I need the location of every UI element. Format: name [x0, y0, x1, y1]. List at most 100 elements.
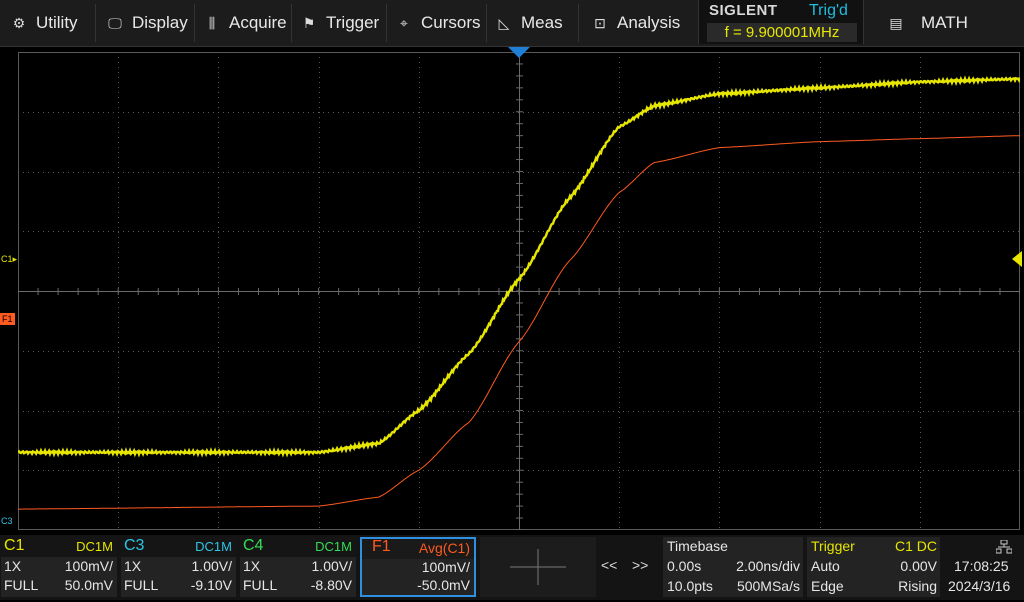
- network-icon: [996, 540, 1012, 554]
- c1-row-2: FULL 50.0mV: [1, 577, 117, 596]
- f1-row-1: 100mV/: [362, 559, 474, 578]
- channel-c4-panel[interactable]: C4 DC1M 1X 1.00V/ FULL -8.80V: [240, 537, 356, 597]
- status-panel: SIGLENT Trig'd f = 9.900001MHz: [698, 0, 864, 44]
- f1-offset-marker[interactable]: F1: [0, 313, 15, 325]
- c3-marker-label: C3: [1, 516, 13, 526]
- c3-probe: 1X: [124, 558, 142, 574]
- timebase-points: 10.0pts: [667, 578, 713, 594]
- waveform-display[interactable]: [17, 52, 1022, 531]
- waveform-svg: [17, 52, 1022, 531]
- c3-offset: -9.10V: [190, 577, 232, 593]
- menu-math[interactable]: ▤ MATH: [875, 4, 1024, 42]
- c4-offset: -8.80V: [310, 577, 352, 593]
- math-icon: ▤: [889, 14, 903, 31]
- crosshair-add-icon: [510, 549, 566, 585]
- c3-row-2: FULL -9.10V: [121, 577, 236, 596]
- timebase-scale: 2.00ns/div: [736, 558, 800, 574]
- f1-row-2: -50.0mV: [362, 577, 474, 596]
- trigger-slope: Rising: [898, 578, 937, 594]
- brand-logo: SIGLENT: [709, 2, 778, 19]
- c1-marker-label: C1: [1, 254, 13, 264]
- menu-acquire[interactable]: ⫼ Acquire: [195, 4, 292, 42]
- menu-display-label: Display: [132, 13, 188, 32]
- c3-header: C3 DC1M: [121, 537, 236, 557]
- c4-header: C4 DC1M: [240, 537, 356, 557]
- f1-marker-label: F1: [2, 314, 13, 324]
- c3-scale: 1.00V/: [191, 558, 232, 574]
- f1-header: F1 Avg(C1): [362, 538, 474, 559]
- menu-math-label: MATH: [921, 13, 968, 32]
- menu-analysis[interactable]: ⊡ Analysis: [579, 4, 691, 42]
- timebase-label: Timebase: [667, 538, 728, 554]
- acquire-icon: ⫼: [208, 14, 216, 31]
- menu-bar: ⚙ Utility 🖵 Display ⫼ Acquire ⚑ Trigger …: [0, 0, 1024, 47]
- trigger-level-marker[interactable]: [1010, 251, 1022, 267]
- c1-probe: 1X: [4, 558, 22, 574]
- crosshair-icon: ⌖: [400, 14, 408, 31]
- c1-offset-marker[interactable]: C1▸: [1, 253, 17, 265]
- trigger-source: C1 DC: [894, 538, 937, 554]
- c1-scale: 100mV/: [64, 558, 113, 574]
- menu-cursors[interactable]: ⌖ Cursors: [387, 4, 487, 42]
- c4-bandwidth: FULL: [243, 577, 278, 593]
- c3-row-1: 1X 1.00V/: [121, 558, 236, 577]
- menu-utility-label: Utility: [36, 13, 78, 32]
- f1-name: F1: [372, 538, 391, 555]
- c1-row-1: 1X 100mV/: [1, 558, 117, 577]
- frequency-readout: f = 9.900001MHz: [707, 23, 857, 42]
- c4-row-1: 1X 1.00V/: [240, 558, 356, 577]
- flag-icon: ⚑: [302, 14, 316, 31]
- gear-icon: ⚙: [12, 14, 26, 31]
- ruler-icon: ◺: [498, 14, 510, 31]
- c1-offset: 50.0mV: [64, 577, 113, 593]
- f1-function: Avg(C1): [418, 540, 470, 556]
- menu-utility[interactable]: ⚙ Utility: [0, 4, 96, 42]
- trigger-level: 0.00V: [900, 558, 937, 574]
- graticule: [18, 52, 1021, 531]
- c1-header: C1 DC1M: [1, 537, 117, 557]
- menu-trigger-label: Trigger: [326, 13, 380, 32]
- info-bar: C1 DC1M 1X 100mV/ FULL 50.0mV C3 DC1M 1X…: [0, 535, 1024, 600]
- sample-rate: 500MSa/s: [736, 578, 800, 594]
- menu-meas[interactable]: ◺ Meas: [487, 4, 579, 42]
- menu-acquire-label: Acquire: [229, 13, 287, 32]
- clock-panel: 17:08:25 2024/3/16: [942, 537, 1024, 597]
- menu-analysis-label: Analysis: [617, 13, 681, 32]
- analysis-icon: ⊡: [594, 14, 606, 31]
- c1-bandwidth: FULL: [4, 577, 39, 593]
- add-channel-slot[interactable]: [480, 537, 596, 597]
- channel-c1-panel[interactable]: C1 DC1M 1X 100mV/ FULL 50.0mV: [1, 537, 117, 597]
- c1-coupling: DC1M: [76, 539, 113, 554]
- function-f1-panel[interactable]: F1 Avg(C1) 100mV/ -50.0mV: [360, 537, 476, 597]
- c3-offset-marker[interactable]: C3: [1, 515, 13, 527]
- timebase-panel[interactable]: Timebase 0.00s 2.00ns/div 10.0pts 500MSa…: [663, 537, 803, 597]
- scroll-right-button[interactable]: >>: [632, 557, 648, 573]
- trigger-status: Trig'd: [809, 2, 848, 19]
- menu-cursors-label: Cursors: [421, 13, 481, 32]
- menu-meas-label: Meas: [521, 13, 563, 32]
- c3-coupling: DC1M: [195, 539, 232, 554]
- c1-name: C1: [4, 537, 25, 554]
- c4-coupling: DC1M: [315, 539, 352, 554]
- c4-row-2: FULL -8.80V: [240, 577, 356, 596]
- trigger-label: Trigger: [811, 538, 855, 554]
- menu-trigger[interactable]: ⚑ Trigger: [292, 4, 387, 42]
- monitor-icon: 🖵: [108, 14, 122, 31]
- c4-name: C4: [243, 537, 264, 554]
- channel-c3-panel[interactable]: C3 DC1M 1X 1.00V/ FULL -9.10V: [121, 537, 236, 597]
- c4-scale: 1.00V/: [311, 558, 352, 574]
- trigger-type: Edge: [811, 578, 844, 594]
- timebase-delay: 0.00s: [667, 558, 702, 574]
- scroll-left-button[interactable]: <<: [601, 557, 617, 573]
- c1-marker-arrow-icon: ▸: [12, 254, 18, 264]
- clock-date: 2024/3/16: [948, 578, 1011, 594]
- trigger-panel[interactable]: Trigger C1 DC Auto 0.00V Edge Rising: [807, 537, 940, 597]
- c3-bandwidth: FULL: [124, 577, 159, 593]
- f1-scale: 100mV/: [421, 559, 470, 575]
- menu-display[interactable]: 🖵 Display: [96, 4, 195, 42]
- trigger-mode: Auto: [811, 558, 840, 574]
- c3-name: C3: [124, 537, 145, 554]
- trigger-position-marker[interactable]: [508, 47, 530, 59]
- c4-probe: 1X: [243, 558, 261, 574]
- clock-time: 17:08:25: [954, 558, 1009, 574]
